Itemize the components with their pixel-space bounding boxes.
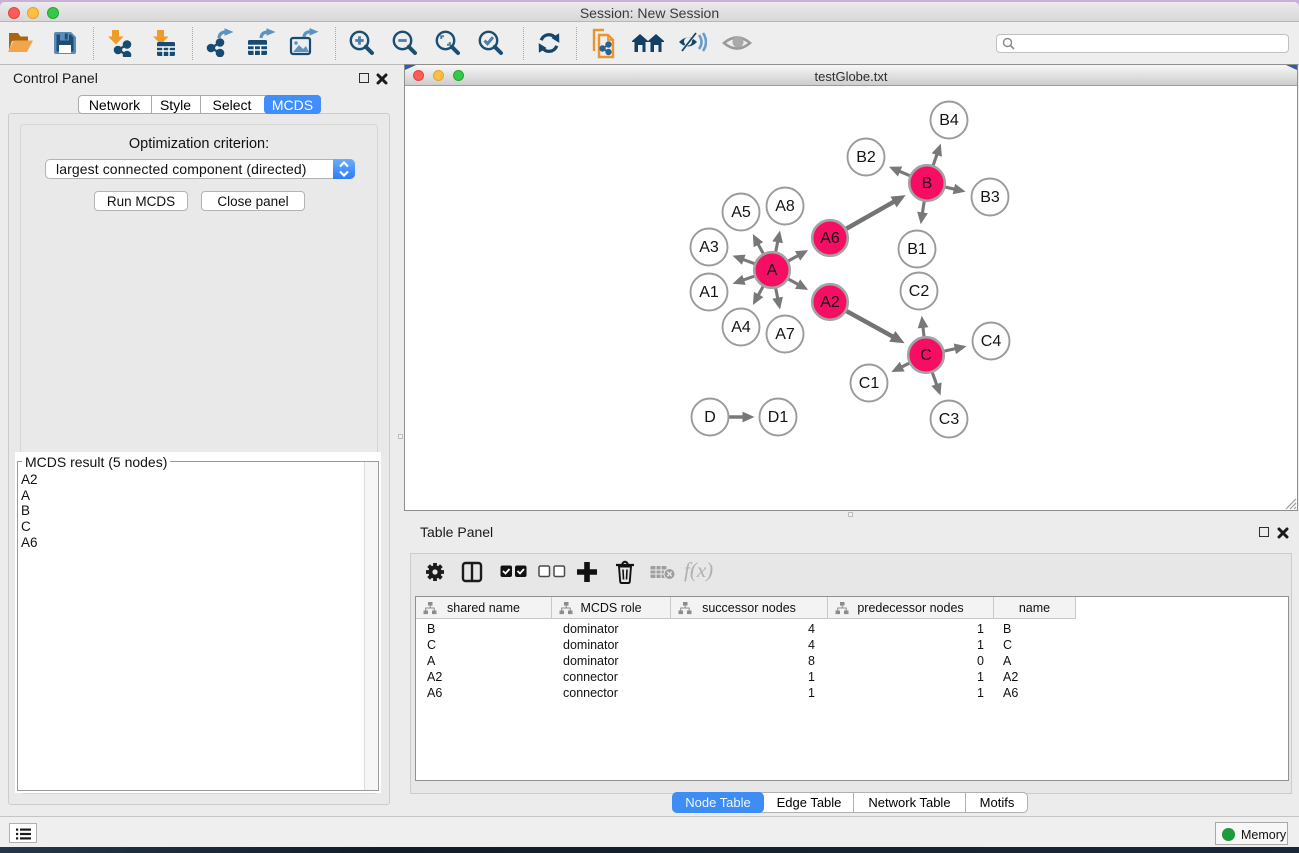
svg-text:A7: A7 <box>775 326 795 343</box>
svg-text:A5: A5 <box>731 204 751 221</box>
svg-text:C1: C1 <box>859 375 880 392</box>
svg-text:A6: A6 <box>820 230 840 247</box>
svg-text:A8: A8 <box>775 198 795 215</box>
svg-text:C2: C2 <box>909 283 930 300</box>
svg-text:C4: C4 <box>981 333 1002 350</box>
svg-text:C: C <box>920 347 932 364</box>
svg-text:A: A <box>767 262 778 279</box>
svg-text:B: B <box>922 175 933 192</box>
svg-text:B1: B1 <box>907 241 927 258</box>
svg-text:A3: A3 <box>699 239 719 256</box>
svg-text:A4: A4 <box>731 319 751 336</box>
svg-text:A1: A1 <box>699 284 719 301</box>
svg-text:B4: B4 <box>939 112 959 129</box>
svg-text:B3: B3 <box>980 189 1000 206</box>
svg-text:D: D <box>704 409 716 426</box>
svg-text:C3: C3 <box>939 411 960 428</box>
svg-text:B2: B2 <box>856 149 876 166</box>
svg-text:A2: A2 <box>820 294 840 311</box>
svg-text:D1: D1 <box>768 409 789 426</box>
